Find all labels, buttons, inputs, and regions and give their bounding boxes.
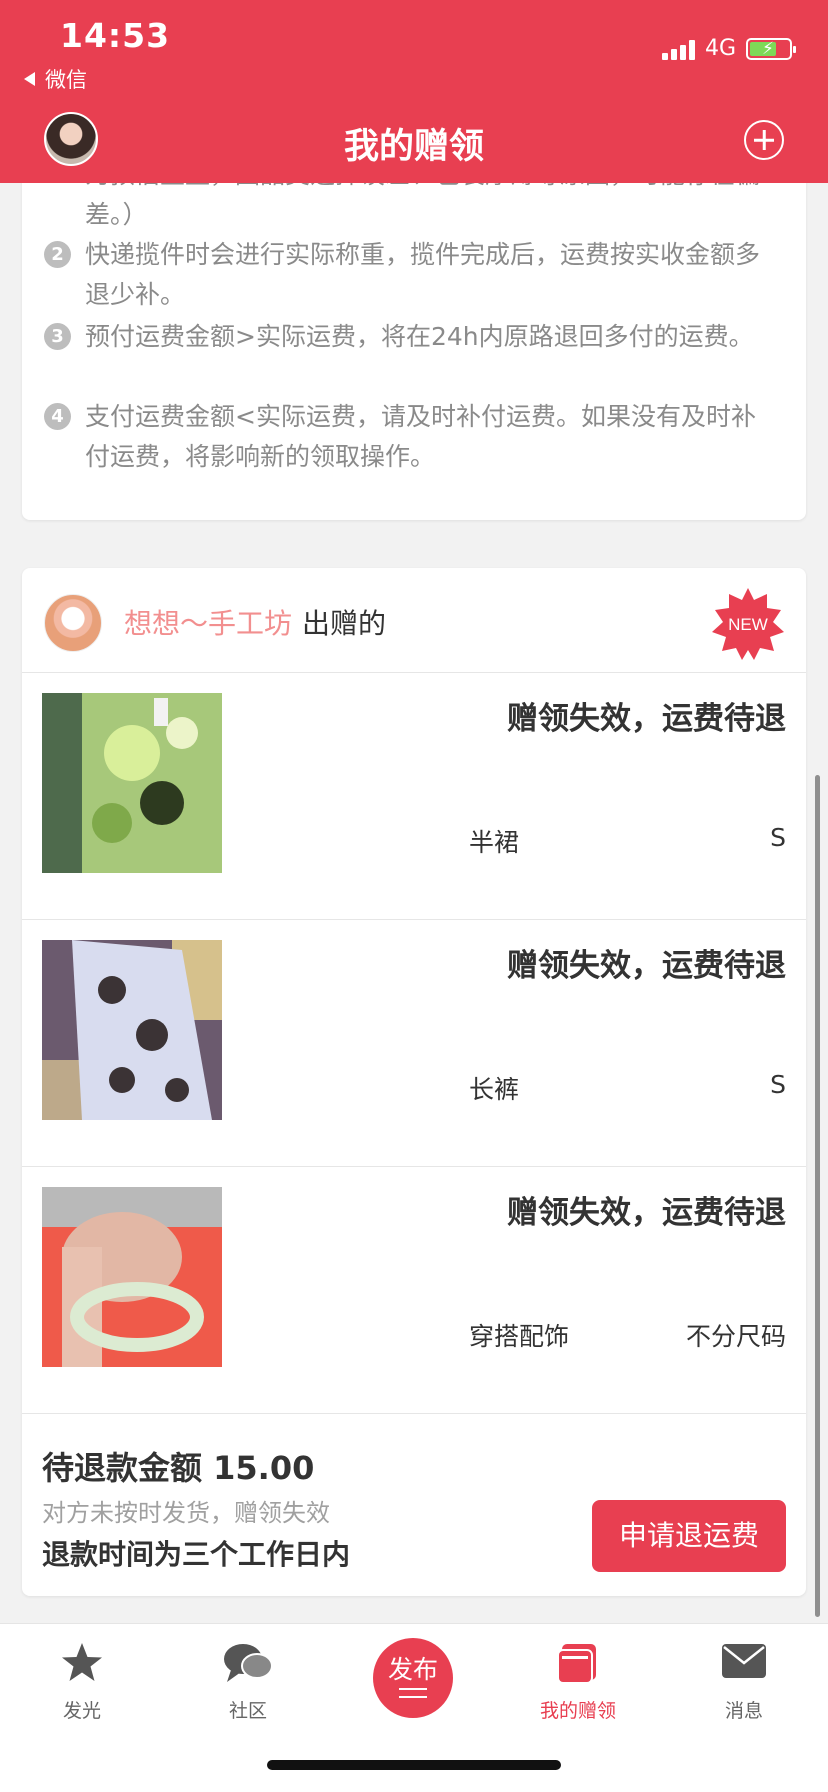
apply-refund-shipping-button[interactable]: 申请退运费 [592,1500,786,1572]
item-size: S [770,823,786,852]
tab-my-gifts[interactable]: 我的赠领 [508,1624,648,1734]
status-time: 14:53 [60,16,171,55]
publish-icon [399,1688,427,1698]
tab-glow[interactable]: 发光 [12,1624,152,1734]
item-thumbnail-skirt [42,693,222,873]
giver-suffix: 出赠的 [302,607,387,640]
info-line: 预付运费金额>实际运费，将在24h内原路退回多付的运费。 [85,322,754,351]
gift-item-row[interactable]: 赠领失效，运费待退 长裤 S [22,920,806,1167]
gift-item-row[interactable]: 赠领失效，运费待退 半裙 S [22,673,806,920]
step-number-badge: 3 [44,323,71,350]
star-icon [62,1643,102,1681]
tab-messages[interactable]: 消息 [674,1624,814,1734]
status-indicators: 4G ⚡ [661,36,796,61]
gift-book-icon [557,1644,596,1684]
giver-name[interactable]: 想想～手工坊 [124,602,292,642]
back-to-wechat-link[interactable]: 微信 [24,64,87,94]
tab-label: 消息 [724,1700,763,1722]
item-thumbnail-pants [42,940,222,1120]
cellular-signal-icon [661,38,695,60]
item-status: 赠领失效，运费待退 [507,701,786,737]
app-header: 14:53 微信 4G ⚡ 我的赠领 [0,0,828,183]
publish-button[interactable]: 发布 [373,1638,453,1718]
item-size: 不分尺码 [685,1322,786,1351]
item-category: 长裤 [469,1075,520,1104]
new-badge-label: NEW [728,615,768,634]
back-label: 微信 [45,68,87,92]
step-number-badge: 2 [44,241,71,268]
item-status: 赠领失效，运费待退 [507,948,786,984]
page-title: 我的赠领 [343,127,484,167]
refund-time: 退款时间为三个工作日内 [42,1538,351,1571]
battery-icon: ⚡ [746,37,796,60]
back-arrow-icon [24,72,35,86]
publish-label: 发布 [387,1655,438,1684]
new-badge-icon: NEW [712,588,784,660]
item-category: 穿搭配饰 [469,1322,570,1351]
step-number-badge: 4 [44,403,71,430]
mail-icon [722,1644,766,1678]
item-category: 半裙 [469,828,520,857]
tab-label: 社区 [228,1700,267,1722]
scrollbar[interactable] [815,775,820,1617]
add-button[interactable] [744,120,784,160]
tab-community[interactable]: 社区 [178,1624,318,1734]
giver-avatar[interactable] [44,594,102,652]
giver-row[interactable]: 想想～手工坊 出赠的 NEW [22,568,806,673]
refund-reason: 对方未按时发货，赠领失效 [42,1499,330,1527]
info-line: 支付运费金额<实际运费，请及时补付运费。如果没有及时补 [85,402,756,431]
refund-amount: 待退款金额 15.00 [42,1449,315,1487]
info-line: 付运费，将影响新的领取操作。 [85,442,436,471]
info-line: 退少补。 [85,280,186,309]
info-line: 差。） [85,200,148,229]
gift-item-row[interactable]: 赠领失效，运费待退 穿搭配饰 不分尺码 [22,1167,806,1414]
tab-label: 发光 [62,1700,101,1722]
item-thumbnail-bracelet [42,1187,222,1367]
home-indicator[interactable] [267,1760,561,1770]
refund-section: 待退款金额 15.00 对方未按时发货，赠领失效 退款时间为三个工作日内 申请退… [22,1413,806,1593]
network-type: 4G [704,36,736,61]
chat-bubble-icon [224,1644,273,1682]
item-size: S [770,1070,786,1099]
gift-order-card: 想想～手工坊 出赠的 NEW 赠领失效，运费待退 半裙 S 赠领失效，运费待退 … [22,568,806,1596]
info-line: 快递揽件时会进行实际称重，揽件完成后，运费按实收金额多 [85,240,761,269]
tab-label: 我的赠领 [539,1700,616,1722]
item-status: 赠领失效，运费待退 [507,1195,786,1231]
shipping-fee-info-card: 为预估重量，因品类选择误差、包装厚薄等原因，可能存在偏 差。） 2 快递揽件时会… [22,140,806,520]
